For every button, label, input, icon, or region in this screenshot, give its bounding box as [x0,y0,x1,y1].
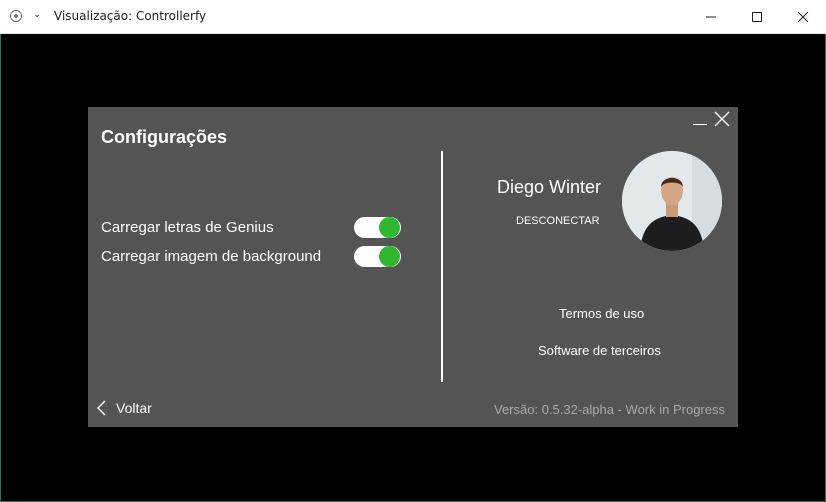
back-button[interactable]: Voltar [96,400,152,416]
avatar-image [622,151,722,251]
back-label: Voltar [116,400,152,416]
close-icon [797,11,809,23]
window-titlebar: ⌄ Visualização: Controllerfy [0,0,826,34]
terms-of-use-link[interactable]: Termos de uso [559,306,644,321]
settings-panel: Configurações Carregar letras de Genius … [88,107,738,427]
panel-close-button[interactable] [714,111,730,127]
avatar [622,151,722,251]
record-icon[interactable] [10,10,22,22]
vertical-divider [441,151,443,382]
page-title: Configurações [101,127,228,147]
disconnect-button[interactable]: DESCONECTAR [516,215,600,227]
third-party-software-link[interactable]: Software de terceiros [538,343,661,358]
version-text: Versão: 0.5.32-alpha - Work in Progress [494,402,725,417]
window-border [0,34,1,502]
chevron-down-icon[interactable]: ⌄ [33,9,41,20]
window-minimize-button[interactable] [688,0,734,34]
genius-lyrics-toggle[interactable] [354,217,401,238]
option-label-background-image: Carregar imagem de background [101,248,322,265]
option-label-genius-lyrics: Carregar letras de Genius [101,219,274,236]
close-icon [714,111,730,127]
panel-minimize-button[interactable] [692,111,708,127]
window-maximize-button[interactable] [734,0,780,34]
maximize-icon [752,12,762,22]
chevron-left-icon [96,400,106,416]
window-close-button[interactable] [780,0,826,34]
background-image-toggle[interactable] [354,246,401,267]
window-title: Visualização: Controllerfy [54,9,207,23]
user-name: Diego Winter [497,177,602,197]
minimize-icon [706,16,716,18]
